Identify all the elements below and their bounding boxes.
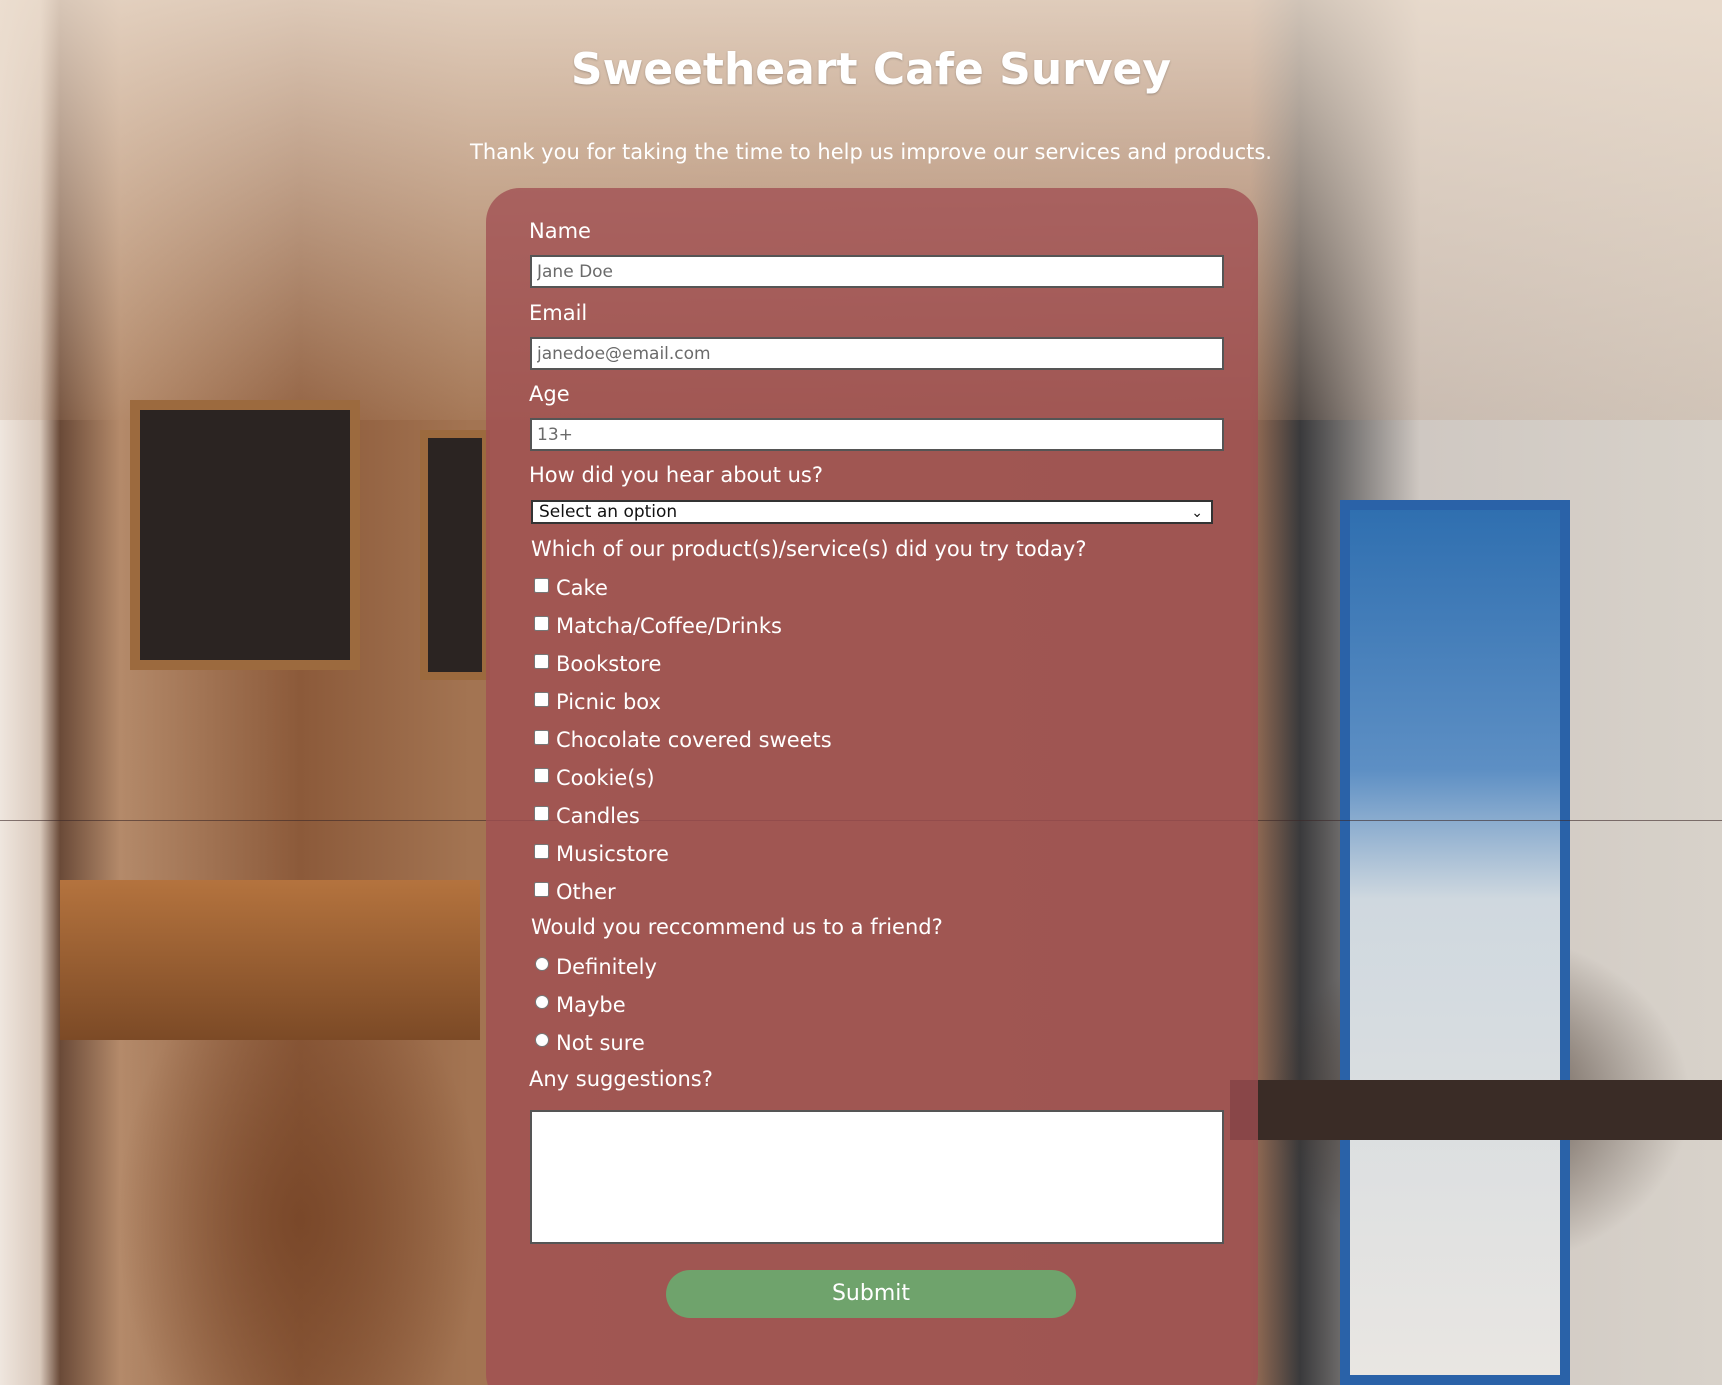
checkbox-input[interactable] [534, 691, 549, 707]
referral-label: How did you hear about us? [529, 463, 823, 487]
checkbox-label: Bookstore [556, 652, 662, 676]
checkbox-label: Cake [556, 576, 608, 600]
checkbox-input[interactable] [534, 577, 549, 593]
checkbox-input[interactable] [534, 881, 549, 897]
background-menu-board-small [420, 430, 490, 680]
background-menu-board [130, 400, 360, 670]
radio-not-sure[interactable]: Not sure [534, 1031, 645, 1055]
submit-button[interactable]: Submit [666, 1270, 1076, 1318]
checkbox-input[interactable] [534, 729, 549, 745]
background-counter [60, 880, 480, 1040]
referral-select[interactable]: Select an option ⌄ [531, 500, 1213, 524]
checkbox-input[interactable] [534, 805, 549, 821]
email-label: Email [529, 301, 588, 325]
radio-label: Maybe [556, 993, 626, 1017]
radio-label: Definitely [556, 955, 657, 979]
radio-label: Not sure [556, 1031, 645, 1055]
recommend-label: Would you reccommend us to a friend? [531, 915, 943, 939]
checkbox-other[interactable]: Other [534, 880, 616, 904]
radio-definitely[interactable]: Definitely [534, 955, 657, 979]
age-label: Age [529, 382, 570, 406]
checkbox-label: Musicstore [556, 842, 669, 866]
checkbox-chocolate-covered-sweets[interactable]: Chocolate covered sweets [534, 728, 832, 752]
age-input[interactable] [530, 418, 1224, 451]
suggestions-textarea[interactable] [530, 1110, 1224, 1244]
radio-maybe[interactable]: Maybe [534, 993, 626, 1017]
suggestions-label: Any suggestions? [529, 1067, 713, 1091]
checkbox-label: Picnic box [556, 690, 661, 714]
page-subtitle: Thank you for taking the time to help us… [470, 140, 1272, 164]
name-label: Name [529, 219, 591, 243]
name-input[interactable] [530, 255, 1224, 288]
radio-input[interactable] [535, 1033, 549, 1047]
checkbox-input[interactable] [534, 615, 549, 631]
checkbox-label: Chocolate covered sweets [556, 728, 832, 752]
referral-select-value: Select an option [539, 502, 678, 522]
checkbox-label: Matcha/Coffee/Drinks [556, 614, 782, 638]
email-input[interactable] [530, 337, 1224, 370]
page-title: Sweetheart Cafe Survey [570, 44, 1172, 95]
chevron-down-icon: ⌄ [1191, 505, 1203, 521]
checkbox-cake[interactable]: Cake [534, 576, 608, 600]
checkbox-input[interactable] [534, 653, 549, 669]
radio-input[interactable] [535, 957, 549, 971]
checkbox-input[interactable] [534, 843, 549, 859]
checkbox-picnic-box[interactable]: Picnic box [534, 690, 661, 714]
checkbox-musicstore[interactable]: Musicstore [534, 842, 669, 866]
checkbox-candles[interactable]: Candles [534, 804, 640, 828]
checkbox-label: Other [556, 880, 616, 904]
radio-input[interactable] [535, 995, 549, 1009]
checkbox-matcha-coffee-drinks[interactable]: Matcha/Coffee/Drinks [534, 614, 782, 638]
checkbox-label: Candles [556, 804, 640, 828]
background-fridge [1340, 500, 1570, 1385]
background-table [1230, 1080, 1722, 1140]
products-label: Which of our product(s)/service(s) did y… [531, 537, 1087, 561]
checkbox-bookstore[interactable]: Bookstore [534, 652, 661, 676]
checkbox-label: Cookie(s) [556, 766, 655, 790]
checkbox-input[interactable] [534, 767, 549, 783]
checkbox-cookies[interactable]: Cookie(s) [534, 766, 655, 790]
